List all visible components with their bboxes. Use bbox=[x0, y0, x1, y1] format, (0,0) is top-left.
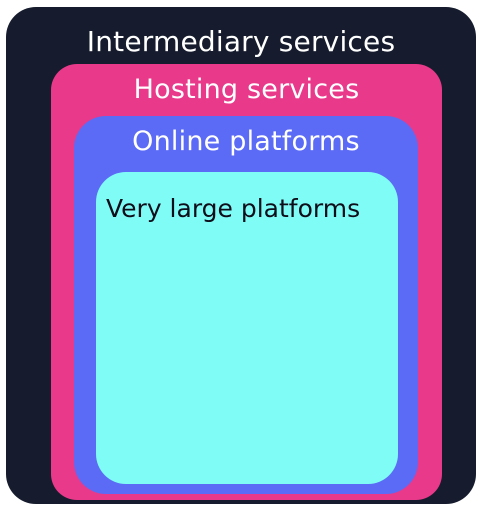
very-large-platforms-layer: Very large platforms bbox=[96, 172, 398, 484]
very-large-platforms-label: Very large platforms bbox=[106, 194, 361, 223]
online-platforms-label: Online platforms bbox=[132, 126, 360, 157]
intermediary-services-label: Intermediary services bbox=[86, 25, 396, 58]
hosting-services-label: Hosting services bbox=[133, 74, 360, 105]
